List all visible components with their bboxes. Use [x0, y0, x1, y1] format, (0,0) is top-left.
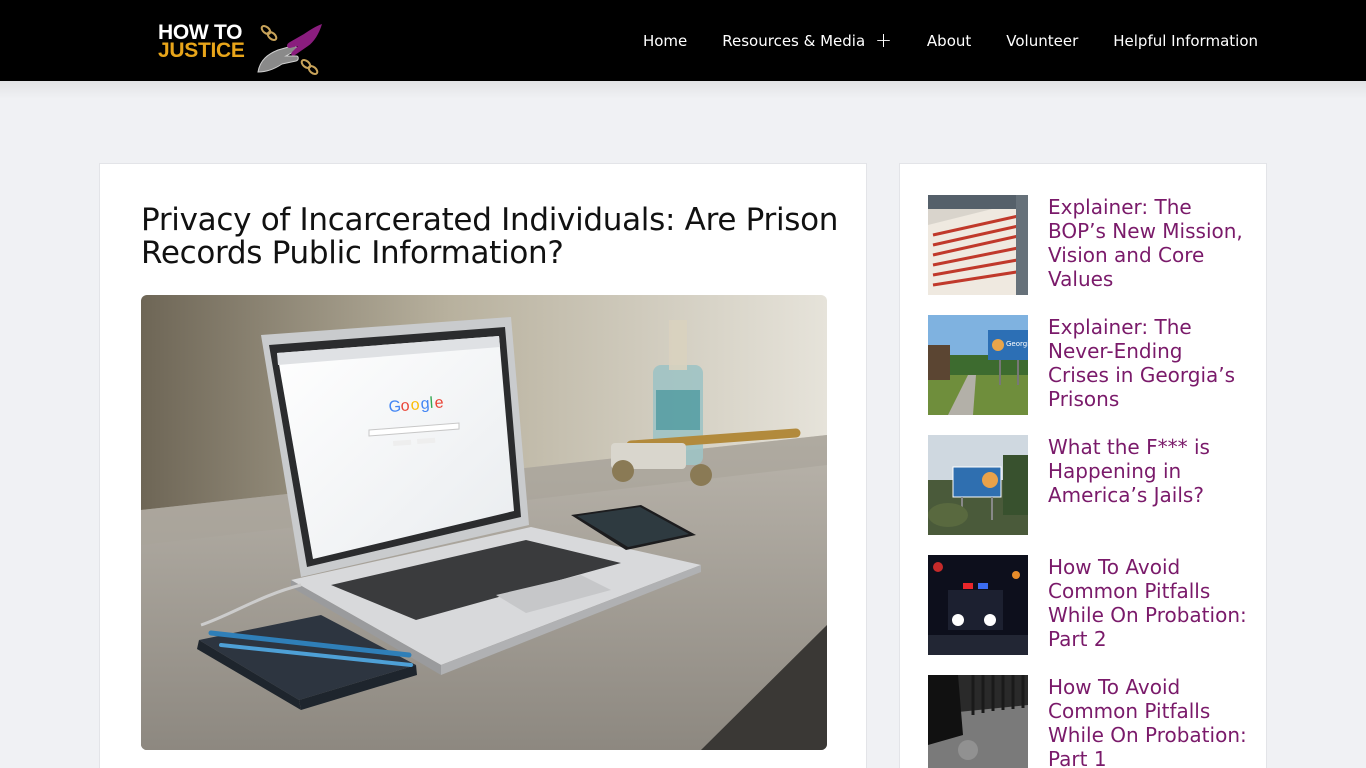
svg-text:o: o	[410, 396, 420, 414]
main-nav: Home Resources & Media + About Volunteer…	[643, 0, 1258, 81]
post-thumbnail[interactable]: Georgia	[928, 315, 1028, 415]
header-shadow	[0, 81, 1366, 99]
svg-text:e: e	[434, 394, 444, 412]
recent-post-link[interactable]: What the F*** is Happening in America’s …	[1048, 435, 1248, 507]
road-sign-image	[928, 435, 1028, 535]
file-folders-image	[928, 195, 1028, 295]
nav-volunteer-label: Volunteer	[1006, 31, 1079, 50]
welcome-sign-image: Georgia	[928, 315, 1028, 415]
site-logo[interactable]: HOW TO JUSTICE	[158, 18, 326, 76]
nav-volunteer[interactable]: Volunteer	[1006, 32, 1078, 50]
article-card: Privacy of Incarcerated Individuals: Are…	[99, 163, 867, 768]
nav-home[interactable]: Home	[643, 32, 687, 50]
post-title[interactable]: Privacy of Incarcerated Individuals: Are…	[141, 204, 841, 270]
logo-text: HOW TO JUSTICE	[158, 22, 245, 62]
nav-helpful-information-label: Helpful Information	[1113, 31, 1258, 50]
hands-chain-icon	[257, 24, 322, 75]
recent-post-link[interactable]: How To Avoid Common Pitfalls While On Pr…	[1048, 555, 1248, 651]
recent-post-link[interactable]: Explainer: The Never-Ending Crises in Ge…	[1048, 315, 1248, 411]
recent-posts-sidebar: Explainer: The BOP’s New Mission, Vision…	[899, 163, 1267, 768]
post-thumbnail[interactable]	[928, 435, 1028, 535]
nav-resources-media[interactable]: Resources & Media +	[722, 30, 892, 50]
laptop-desk-image: G o o g l e	[141, 295, 827, 750]
site-header: HOW TO JUSTICE Home Resources & Media +	[0, 0, 1366, 81]
svg-text:Georgia: Georgia	[1006, 340, 1028, 348]
post-thumbnail[interactable]	[928, 675, 1028, 768]
police-lights-image	[928, 555, 1028, 655]
nav-helpful-information[interactable]: Helpful Information	[1113, 32, 1258, 50]
nav-about-label: About	[926, 31, 972, 50]
post-thumbnail[interactable]	[928, 195, 1028, 295]
recent-post-link[interactable]: How To Avoid Common Pitfalls While On Pr…	[1048, 675, 1248, 768]
post-thumbnail[interactable]	[928, 555, 1028, 655]
recent-post-link[interactable]: Explainer: The BOP’s New Mission, Vision…	[1048, 195, 1248, 291]
nav-about[interactable]: About	[927, 32, 971, 50]
featured-image[interactable]: G o o g l e	[141, 295, 827, 750]
svg-text:o: o	[400, 397, 410, 415]
nav-home-label: Home	[642, 31, 688, 50]
nav-resources-media-label: Resources & Media	[722, 31, 866, 50]
jail-cell-image	[928, 675, 1028, 768]
logo-line-2: JUSTICE	[158, 39, 245, 62]
plus-icon[interactable]: +	[875, 30, 892, 50]
